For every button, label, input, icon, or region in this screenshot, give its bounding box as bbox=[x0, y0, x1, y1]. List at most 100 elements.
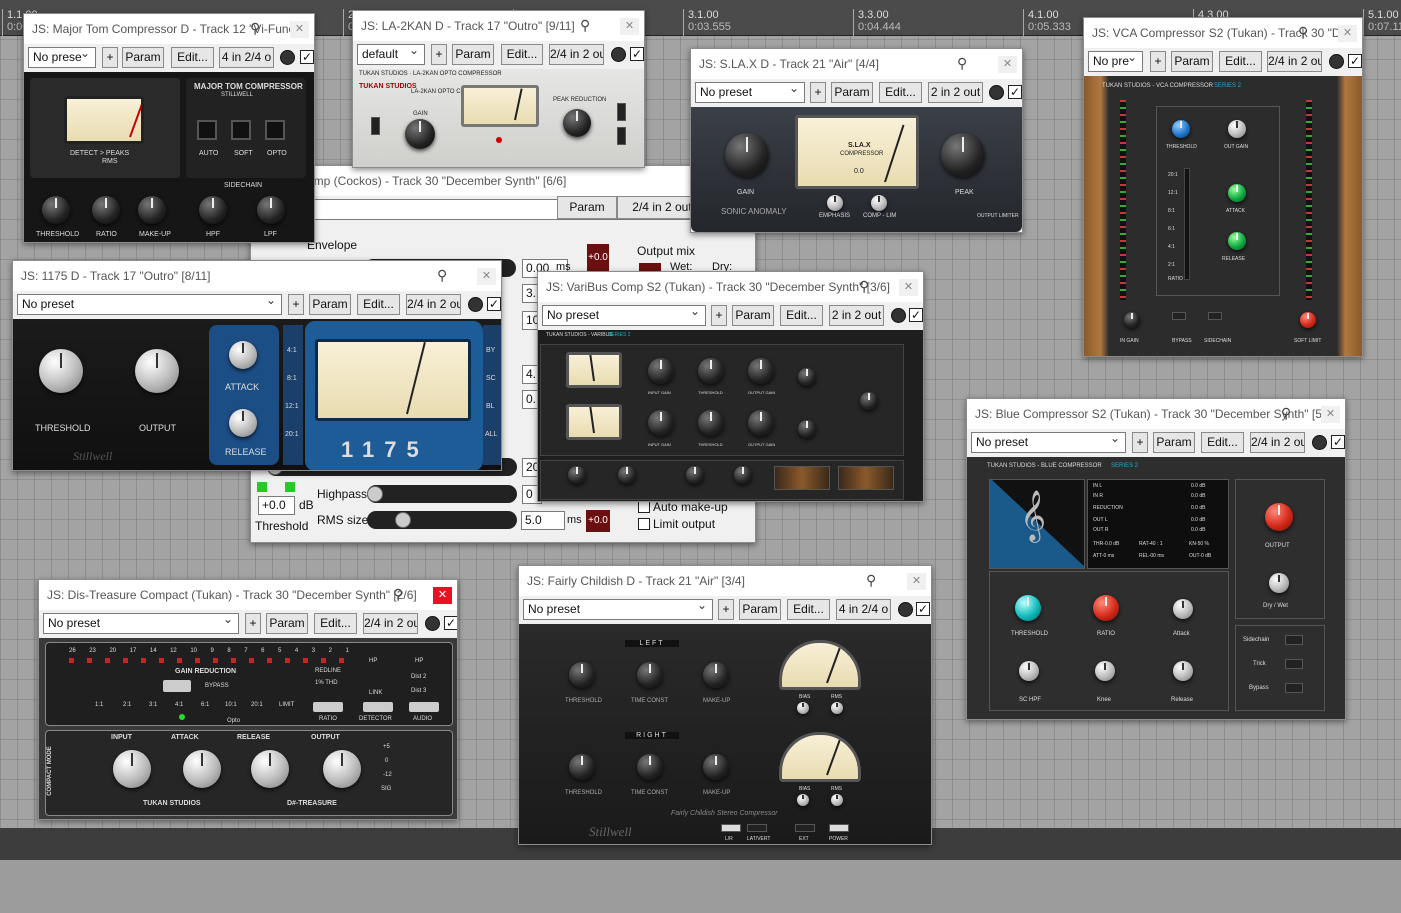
peak-reduction-knob[interactable] bbox=[563, 109, 591, 137]
io-button[interactable]: 2 in 2 out bbox=[928, 82, 983, 103]
bypass-toggle[interactable] bbox=[1285, 683, 1303, 693]
threshold-knob-right[interactable] bbox=[569, 754, 595, 780]
release-knob[interactable] bbox=[1173, 661, 1193, 681]
param-button[interactable]: Param bbox=[557, 196, 617, 219]
ratio-knob[interactable] bbox=[92, 196, 120, 224]
add-preset-button[interactable]: + bbox=[718, 599, 734, 620]
auto-button[interactable] bbox=[197, 120, 217, 140]
output-knob[interactable] bbox=[323, 750, 361, 788]
close-button[interactable]: ✕ bbox=[477, 268, 496, 285]
bypass-checkbox[interactable]: ✓ bbox=[1008, 85, 1022, 99]
param-button[interactable]: Param bbox=[739, 599, 781, 620]
release-knob[interactable] bbox=[251, 750, 289, 788]
preset-dropdown[interactable]: No preset bbox=[17, 294, 282, 315]
sc-knob-1[interactable] bbox=[568, 466, 586, 484]
output-knob[interactable] bbox=[1265, 503, 1293, 531]
threshold-knob-2[interactable] bbox=[698, 410, 724, 436]
close-button[interactable]: ✕ bbox=[433, 587, 452, 604]
edit-button[interactable]: Edit... bbox=[501, 44, 543, 65]
attack-knob[interactable] bbox=[183, 750, 221, 788]
wet-knob[interactable] bbox=[280, 50, 295, 65]
sc-hpf-knob[interactable] bbox=[1019, 661, 1039, 681]
dry-wet-knob[interactable] bbox=[1269, 573, 1289, 593]
param-button[interactable]: Param bbox=[266, 613, 308, 634]
limit-toggle[interactable] bbox=[617, 103, 626, 121]
power-toggle[interactable] bbox=[371, 117, 380, 135]
lr-toggle[interactable] bbox=[721, 824, 741, 832]
bypass-checkbox[interactable]: ✓ bbox=[444, 616, 457, 630]
pin-icon[interactable]: ⚲ bbox=[1298, 24, 1308, 41]
rms-knob-left[interactable] bbox=[831, 702, 843, 714]
threshold-knob[interactable] bbox=[42, 196, 70, 224]
release-knob[interactable] bbox=[1228, 232, 1246, 250]
link-knob-1[interactable] bbox=[798, 368, 816, 386]
close-button[interactable]: ✕ bbox=[1321, 406, 1340, 423]
opto-button[interactable] bbox=[265, 120, 285, 140]
sidechain-toggle[interactable] bbox=[1285, 635, 1303, 645]
edit-button[interactable]: Edit... bbox=[1219, 51, 1262, 72]
rms-knob-right[interactable] bbox=[831, 794, 843, 806]
wet-knob[interactable] bbox=[891, 308, 906, 323]
in-gain-knob[interactable] bbox=[1124, 312, 1140, 328]
threshold-knob[interactable] bbox=[1015, 595, 1041, 621]
sc-knob-3[interactable] bbox=[686, 466, 704, 484]
param-button[interactable]: Param bbox=[309, 294, 351, 315]
io-button[interactable]: 2 in 2 out bbox=[829, 305, 884, 326]
la2kan-window[interactable]: JS: LA-2KAN D - Track 17 "Outro" [9/11] … bbox=[352, 10, 645, 168]
close-button[interactable]: ✕ bbox=[907, 573, 926, 590]
preset-dropdown[interactable]: No preset bbox=[695, 82, 805, 103]
close-button[interactable]: ✕ bbox=[998, 56, 1017, 73]
fairly-childish-window[interactable]: JS: Fairly Childish D - Track 21 "Air" [… bbox=[518, 565, 932, 845]
vca-compressor-window[interactable]: JS: VCA Compressor S2 (Tukan) - Track 30… bbox=[1083, 17, 1363, 357]
gain-knob[interactable] bbox=[405, 119, 435, 149]
param-button[interactable]: Param bbox=[732, 305, 774, 326]
preset-dropdown[interactable]: No prese bbox=[28, 47, 96, 68]
preset-dropdown[interactable]: default bbox=[357, 44, 425, 65]
edit-button[interactable]: Edit... bbox=[1201, 432, 1244, 453]
sc-knob-4[interactable] bbox=[734, 466, 752, 484]
mix-knob[interactable] bbox=[860, 392, 878, 410]
wet-knob[interactable] bbox=[989, 85, 1004, 100]
ext-toggle[interactable] bbox=[795, 824, 815, 832]
1175-window[interactable]: JS: 1175 D - Track 17 "Outro" [8/11] ⚲ ✕… bbox=[12, 260, 502, 471]
bypass-toggle[interactable] bbox=[1172, 312, 1186, 320]
add-preset-button[interactable]: + bbox=[1150, 51, 1166, 72]
bypass-checkbox[interactable]: ✓ bbox=[300, 50, 314, 64]
pin-icon[interactable]: ⚲ bbox=[393, 586, 403, 603]
edit-button[interactable]: Edit... bbox=[357, 294, 400, 315]
knee-knob[interactable] bbox=[1095, 661, 1115, 681]
bypass-checkbox[interactable]: ✓ bbox=[1348, 54, 1362, 68]
makeup-knob[interactable] bbox=[138, 196, 166, 224]
bypass-switch[interactable] bbox=[163, 680, 191, 692]
limit-output-checkbox[interactable] bbox=[638, 518, 650, 530]
pin-icon[interactable]: ⚲ bbox=[866, 572, 876, 589]
highpass-slider[interactable] bbox=[367, 485, 517, 503]
threshold-knob-1[interactable] bbox=[698, 358, 724, 384]
bypass-checkbox[interactable]: ✓ bbox=[909, 308, 923, 322]
io-button[interactable]: 2/4 in 2 ou bbox=[363, 613, 418, 634]
preset-dropdown[interactable]: No pre bbox=[1088, 51, 1143, 72]
threshold-knob[interactable] bbox=[1172, 120, 1190, 138]
pin-icon[interactable]: ⚲ bbox=[957, 55, 967, 72]
auto-makeup-checkbox[interactable] bbox=[638, 501, 650, 513]
threshold-knob[interactable] bbox=[39, 349, 83, 393]
wet-knob[interactable] bbox=[1329, 54, 1344, 69]
add-preset-button[interactable]: + bbox=[245, 613, 261, 634]
soft-button[interactable] bbox=[231, 120, 251, 140]
io-button[interactable]: 2/4 in 2 ou bbox=[549, 44, 604, 65]
pin-icon[interactable]: ⚲ bbox=[580, 17, 590, 34]
edit-button[interactable]: Edit... bbox=[314, 613, 357, 634]
add-preset-button[interactable]: + bbox=[431, 44, 447, 65]
edit-button[interactable]: Edit... bbox=[787, 599, 830, 620]
input-knob[interactable] bbox=[113, 750, 151, 788]
bypass-checkbox[interactable]: ✓ bbox=[630, 47, 644, 61]
emphasis-knob[interactable] bbox=[827, 195, 843, 211]
preset-dropdown[interactable]: No preset bbox=[542, 305, 706, 326]
sidechain-toggle[interactable] bbox=[1208, 312, 1222, 320]
add-preset-button[interactable]: + bbox=[711, 305, 727, 326]
soft-limit-knob[interactable] bbox=[1300, 312, 1316, 328]
param-button[interactable]: Param bbox=[452, 44, 494, 65]
pin-icon[interactable]: ⚲ bbox=[437, 267, 447, 284]
io-button[interactable]: 4 in 2/4 o bbox=[836, 599, 891, 620]
makeup-knob-left[interactable] bbox=[703, 662, 729, 688]
